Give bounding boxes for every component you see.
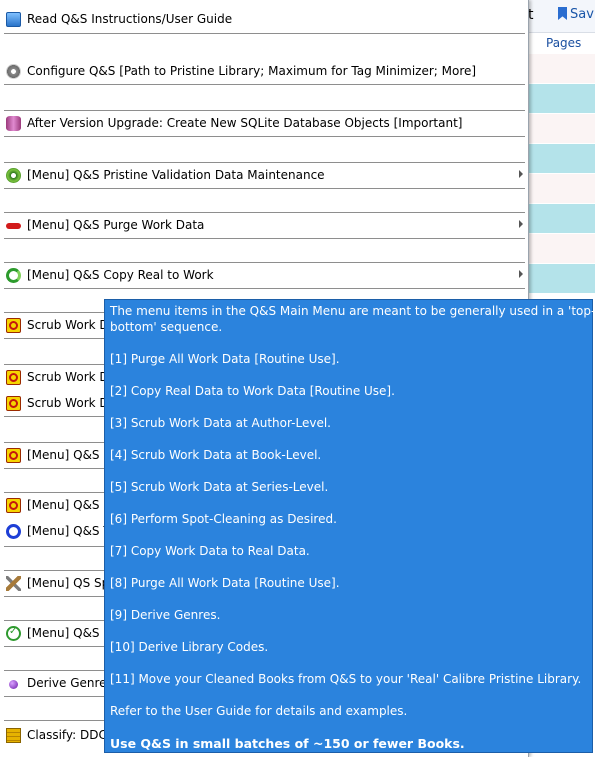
menu-separator <box>4 110 525 111</box>
table-row[interactable] <box>528 264 595 293</box>
menu-separator <box>4 136 525 137</box>
tooltip-step: [8] Purge All Work Data [Routine Use]. <box>110 576 340 590</box>
table-row[interactable] <box>528 144 595 173</box>
tooltip-step: [1] Purge All Work Data [Routine Use]. <box>110 352 340 366</box>
table-row[interactable] <box>528 174 595 203</box>
menu-item-copy-real-to-work[interactable]: [Menu] Q&S Copy Real to Work <box>0 264 528 288</box>
menu-item-label: Scrub Work D <box>27 318 109 332</box>
blue-ring-icon <box>6 524 21 539</box>
table-row[interactable] <box>528 114 595 143</box>
menu-item-label: [Menu] Q&S Pristine Validation Data Main… <box>27 168 325 182</box>
save-label: Sav <box>570 7 594 22</box>
tooltip-step: [6] Perform Spot-Cleaning as Desired. <box>110 512 337 526</box>
submenu-arrow-icon <box>519 270 523 278</box>
tooltip-step: [2] Copy Real Data to Work Data [Routine… <box>110 384 395 398</box>
tooltip-intro-line-2: bottom' sequence. <box>110 320 223 334</box>
minus-icon <box>6 223 21 229</box>
tooltip-step: [11] Move your Cleaned Books from Q&S to… <box>110 672 582 686</box>
tooltip-step: [5] Scrub Work Data at Series-Level. <box>110 480 329 494</box>
menu-item-label: Configure Q&S [Path to Pristine Library;… <box>27 64 477 78</box>
purple-dot-icon <box>9 680 18 689</box>
menu-separator <box>4 238 525 239</box>
tooltip-step: [3] Scrub Work Data at Author-Level. <box>110 416 331 430</box>
table-row[interactable] <box>528 234 595 263</box>
menu-item-label: [Menu] Q&S Copy Real to Work <box>27 268 214 282</box>
menu-item-label: [Menu] Q&S S <box>27 448 111 462</box>
menu-item-configure[interactable]: Configure Q&S [Path to Pristine Library;… <box>0 60 528 84</box>
tooltip-refer-note: Refer to the User Guide for details and … <box>110 704 408 718</box>
check-circle-icon <box>6 626 21 641</box>
biohazard-icon <box>6 396 21 411</box>
menu-item-create-sqlite-objects[interactable]: After Version Upgrade: Create New SQLite… <box>0 112 528 136</box>
tooltip-intro-line-1: The menu items in the Q&S Main Menu are … <box>110 304 595 318</box>
menu-tooltip: The menu items in the Q&S Main Menu are … <box>104 299 595 753</box>
table-row[interactable] <box>528 54 595 83</box>
menu-separator <box>4 188 525 189</box>
tooltip-batch-warning: Use Q&S in small batches of ~150 or fewe… <box>110 736 465 751</box>
menu-separator <box>4 162 525 163</box>
menu-item-label: Scrub Work D <box>27 370 109 384</box>
menu-item-read-instructions[interactable]: Read Q&S Instructions/User Guide <box>0 8 528 32</box>
menu-item-pristine-validation[interactable]: [Menu] Q&S Pristine Validation Data Main… <box>0 164 528 188</box>
book-help-icon <box>6 12 21 27</box>
save-button[interactable]: Sav <box>558 7 594 22</box>
menu-item-purge-work-data[interactable]: [Menu] Q&S Purge Work Data <box>0 214 528 238</box>
pages-column-header[interactable]: Pages <box>546 36 581 50</box>
background-toolbar: t Sav <box>528 0 595 33</box>
menu-item-label: [Menu] Q&S S <box>27 498 111 512</box>
database-icon <box>6 116 21 131</box>
menu-item-label: Classify: DDC <box>27 728 107 742</box>
biohazard-icon <box>6 498 21 513</box>
menu-item-label: Read Q&S Instructions/User Guide <box>27 12 233 26</box>
menu-separator <box>4 212 525 213</box>
tooltip-step: [9] Derive Genres. <box>110 608 221 622</box>
submenu-arrow-icon <box>519 170 523 178</box>
ledger-icon <box>6 728 21 743</box>
tooltip-step: [10] Derive Library Codes. <box>110 640 269 654</box>
menu-separator <box>4 33 525 34</box>
menu-item-label: [Menu] Q&S G <box>27 626 113 640</box>
eye-icon <box>6 168 21 183</box>
menu-item-label: [Menu] QS Sp <box>27 576 110 590</box>
gear-icon <box>6 64 21 79</box>
menu-item-label: [Menu] Q&S Purge Work Data <box>27 218 205 232</box>
menu-item-label: Scrub Work D <box>27 396 109 410</box>
menu-item-label: [Menu] Q&S T <box>27 524 111 538</box>
biohazard-icon <box>6 318 21 333</box>
biohazard-icon <box>6 448 21 463</box>
menu-separator <box>4 84 525 85</box>
bookmark-icon <box>558 7 567 20</box>
menu-item-label: Derive Genres <box>27 676 113 690</box>
biohazard-icon <box>6 370 21 385</box>
tooltip-step: [7] Copy Work Data to Real Data. <box>110 544 310 558</box>
tools-icon <box>6 576 21 591</box>
menu-item-label: After Version Upgrade: Create New SQLite… <box>27 116 463 130</box>
table-row[interactable] <box>528 84 595 113</box>
submenu-arrow-icon <box>519 220 523 228</box>
menu-separator <box>4 262 525 263</box>
table-row[interactable] <box>528 204 595 233</box>
tooltip-step: [4] Scrub Work Data at Book-Level. <box>110 448 322 462</box>
menu-separator <box>4 288 525 289</box>
recycle-icon <box>6 268 21 283</box>
